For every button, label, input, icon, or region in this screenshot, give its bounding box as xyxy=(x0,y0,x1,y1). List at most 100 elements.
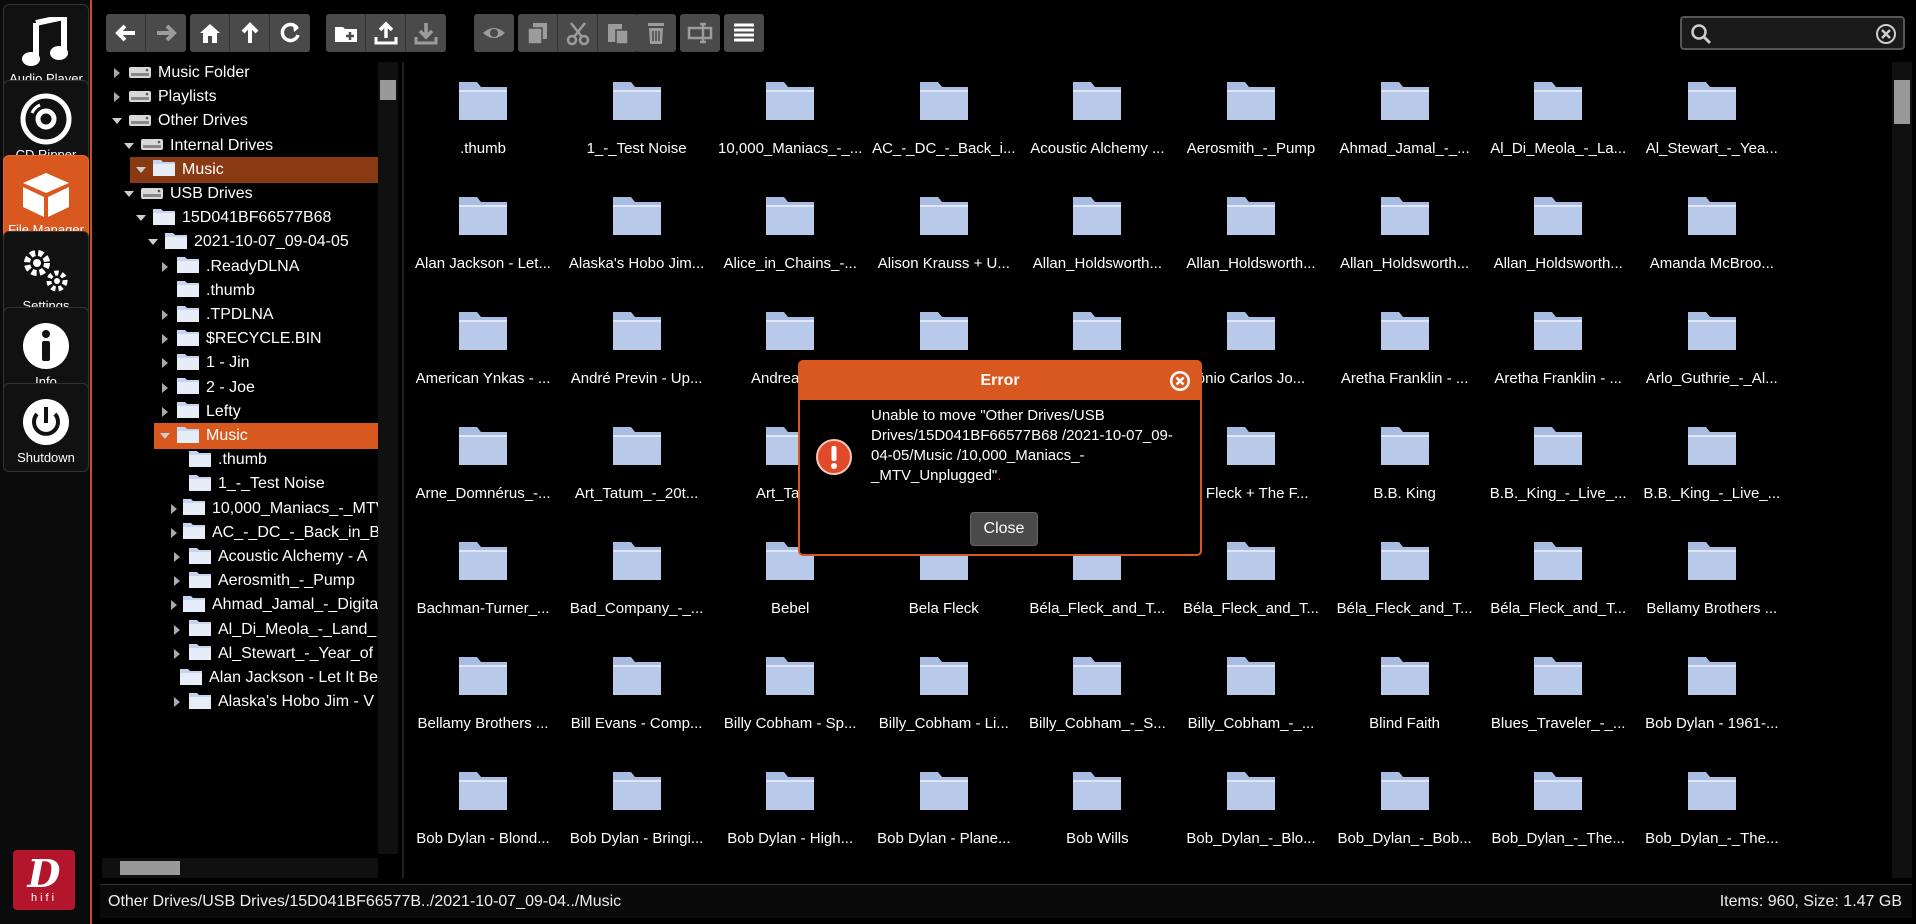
tree-item[interactable]: 2 - Joe xyxy=(154,375,378,401)
expand-arrow-icon[interactable] xyxy=(158,356,172,370)
folder-item[interactable]: Amanda McBroo... xyxy=(1635,175,1789,275)
folder-item[interactable]: Bellamy Brothers ... xyxy=(406,635,560,735)
up-button[interactable] xyxy=(230,14,270,52)
folder-item[interactable]: Alan Jackson - Let... xyxy=(406,175,560,275)
folder-item[interactable]: Aretha Franklin - ... xyxy=(1481,290,1635,390)
tree-item[interactable]: Al_Stewart_-_Year_of xyxy=(166,641,378,667)
folder-item[interactable]: Al_Stewart_-_Yea... xyxy=(1635,62,1789,160)
folder-item[interactable]: American Ynkas - ... xyxy=(406,290,560,390)
scroll-thumb[interactable] xyxy=(120,861,180,875)
rename-button[interactable] xyxy=(680,14,720,52)
folder-item[interactable]: André Previn - Up... xyxy=(560,290,714,390)
delete-button[interactable] xyxy=(636,14,676,52)
folder-item[interactable]: Bachman-Turner_... xyxy=(406,520,560,620)
folder-item[interactable]: Bob Dylan - 1961-... xyxy=(1635,635,1789,735)
folder-item[interactable]: .thumb xyxy=(406,62,560,160)
tree-item[interactable]: Music Folder xyxy=(106,62,378,86)
folder-item[interactable]: B.B. King xyxy=(1328,405,1482,505)
refresh-button[interactable] xyxy=(270,14,310,52)
collapse-arrow-icon[interactable] xyxy=(158,429,172,443)
folder-item[interactable]: Bob_Dylan_-_Bob... xyxy=(1328,750,1482,850)
home-button[interactable] xyxy=(190,14,230,52)
close-button[interactable]: Close xyxy=(970,512,1038,546)
folder-item[interactable]: Bill Evans - Comp... xyxy=(560,635,714,735)
folder-item[interactable]: Billy_Cobham_-_S... xyxy=(1020,635,1174,735)
expand-arrow-icon[interactable] xyxy=(170,695,184,709)
folder-item[interactable]: Acoustic Alchemy ... xyxy=(1020,62,1174,160)
collapse-arrow-icon[interactable] xyxy=(122,139,136,153)
tree-item[interactable]: .ReadyDLNA xyxy=(154,254,378,280)
tree-item[interactable]: 15D041BF66577B68 xyxy=(130,205,378,231)
folder-item[interactable]: Blind Faith xyxy=(1328,635,1482,735)
tree-item[interactable]: Al_Di_Meola_-_Land_ xyxy=(166,617,378,643)
folder-item[interactable]: Aerosmith_-_Pump xyxy=(1174,62,1328,160)
tree-item[interactable]: 1_-_Test Noise xyxy=(166,471,378,497)
folder-item[interactable]: Alaska's Hobo Jim... xyxy=(560,175,714,275)
collapse-arrow-icon[interactable] xyxy=(146,235,160,249)
folder-item[interactable]: Billy Cobham - Sp... xyxy=(713,635,867,735)
folder-item[interactable]: Béla_Fleck_and_T... xyxy=(1481,520,1635,620)
view-button[interactable] xyxy=(474,14,514,52)
tree-item[interactable]: Alan Jackson - Let It Be xyxy=(166,665,378,691)
grid-vertical-scrollbar[interactable] xyxy=(1892,62,1912,878)
folder-item[interactable]: Art_Tatum_-_20t... xyxy=(560,405,714,505)
folder-item[interactable]: Bob Dylan - Blond... xyxy=(406,750,560,850)
expand-arrow-icon[interactable] xyxy=(170,623,184,637)
tree-vertical-scrollbar[interactable] xyxy=(378,62,398,854)
forward-button[interactable] xyxy=(146,14,186,52)
folder-item[interactable]: Bob_Dylan_-_The... xyxy=(1481,750,1635,850)
expand-arrow-icon[interactable] xyxy=(158,405,172,419)
collapse-arrow-icon[interactable] xyxy=(134,211,148,225)
folder-item[interactable]: 10,000_Maniacs_-_... xyxy=(713,62,867,160)
expand-arrow-icon[interactable] xyxy=(110,66,124,80)
tree-item[interactable]: Music xyxy=(154,423,378,449)
back-button[interactable] xyxy=(106,14,146,52)
folder-item[interactable]: Arlo_Guthrie_-_Al... xyxy=(1635,290,1789,390)
expand-arrow-icon[interactable] xyxy=(170,526,178,540)
new-folder-button[interactable] xyxy=(326,14,366,52)
tree-item[interactable]: 10,000_Maniacs_-_MTV xyxy=(166,496,386,522)
expand-arrow-icon[interactable] xyxy=(110,90,124,104)
close-icon[interactable] xyxy=(1168,369,1192,393)
folder-item[interactable]: Bob Dylan - Plane... xyxy=(867,750,1021,850)
list-view-button[interactable] xyxy=(724,14,764,52)
expand-arrow-icon[interactable] xyxy=(158,308,172,322)
tree-item[interactable]: Acoustic Alchemy - A xyxy=(166,544,378,570)
expand-arrow-icon[interactable] xyxy=(170,647,184,661)
tree-item[interactable]: .thumb xyxy=(154,278,378,304)
tree-item[interactable]: AC_-_DC_-_Back_in_Black xyxy=(166,520,398,546)
expand-arrow-icon[interactable] xyxy=(170,598,178,612)
folder-item[interactable]: Allan_Holdsworth... xyxy=(1174,175,1328,275)
folder-item[interactable]: Billy_Cobham - Li... xyxy=(867,635,1021,735)
folder-item[interactable]: Allan_Holdsworth... xyxy=(1020,175,1174,275)
folder-item[interactable]: B.B._King_-_Live_... xyxy=(1481,405,1635,505)
tree-item[interactable]: 1 - Jin xyxy=(154,350,378,376)
tree-item[interactable]: 2021-10-07_09-04-05 xyxy=(142,229,378,255)
folder-item[interactable]: Bad_Company_-_... xyxy=(560,520,714,620)
folder-item[interactable]: Bob Dylan - High... xyxy=(713,750,867,850)
folder-item[interactable]: Blues_Traveler_-_... xyxy=(1481,635,1635,735)
collapse-arrow-icon[interactable] xyxy=(110,114,124,128)
tree-item[interactable]: USB Drives xyxy=(118,181,378,207)
download-button[interactable] xyxy=(406,14,446,52)
folder-item[interactable]: Bob_Dylan_-_The... xyxy=(1635,750,1789,850)
tree-item[interactable]: Ahmad_Jamal_-_Digital xyxy=(166,592,382,618)
tree-item[interactable]: Aerosmith_-_Pump xyxy=(166,568,378,594)
folder-item[interactable]: Béla_Fleck_and_T... xyxy=(1328,520,1482,620)
folder-item[interactable]: Bob Wills xyxy=(1020,750,1174,850)
tree-horizontal-scrollbar[interactable] xyxy=(102,858,378,878)
tree-item[interactable]: Lefty xyxy=(154,399,378,425)
expand-arrow-icon[interactable] xyxy=(158,332,172,346)
folder-item[interactable]: AC_-_DC_-_Back_i... xyxy=(867,62,1021,160)
tree-item[interactable]: .thumb xyxy=(166,447,378,473)
tree-item[interactable]: Internal Drives xyxy=(118,133,378,159)
expand-arrow-icon[interactable] xyxy=(170,574,184,588)
scroll-thumb[interactable] xyxy=(380,80,396,100)
copy-button[interactable] xyxy=(518,14,558,52)
scroll-thumb[interactable] xyxy=(1894,80,1910,124)
folder-item[interactable]: Alice_in_Chains_-... xyxy=(713,175,867,275)
expand-arrow-icon[interactable] xyxy=(170,550,184,564)
folder-item[interactable]: Bob_Dylan_-_Blo... xyxy=(1174,750,1328,850)
folder-item[interactable]: Bellamy Brothers ... xyxy=(1635,520,1789,620)
folder-item[interactable]: Aretha Franklin - ... xyxy=(1328,290,1482,390)
